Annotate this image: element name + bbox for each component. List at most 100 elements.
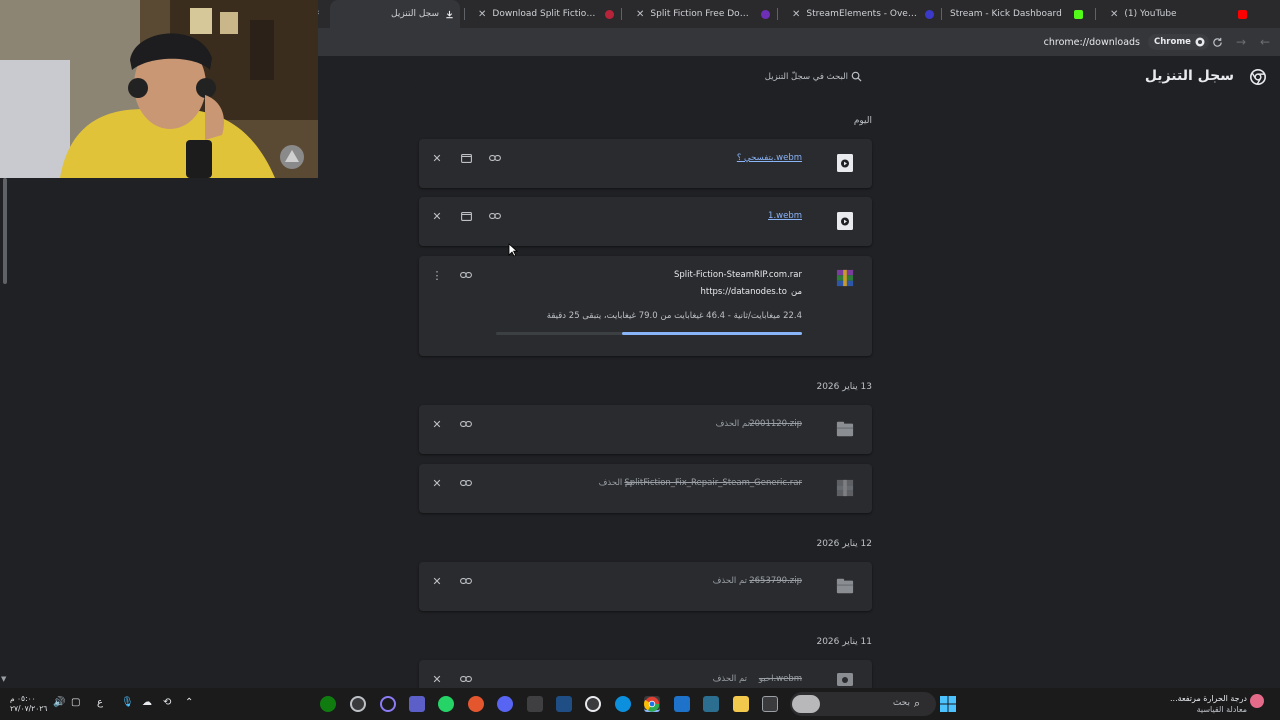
tab-split-fiction[interactable]: ✕ Split Fiction Free Download (v5 [624,0,776,28]
task-view-icon[interactable] [762,696,778,712]
file-link[interactable]: 1.webm [768,211,802,221]
copy-link-button[interactable] [459,672,473,686]
link-icon [460,676,472,682]
link-icon [460,578,472,584]
tab-label: StreamElements - Overlays [806,9,920,19]
chrome-site-chip[interactable]: Chrome [1148,34,1209,50]
winrar-icon [836,269,854,287]
scrollbar-thumb[interactable] [3,178,7,284]
remove-button[interactable]: ✕ [430,672,444,686]
source-url: https://datanodes.to [700,287,787,297]
volume-icon[interactable]: 🔊 [53,697,65,708]
more-actions-button[interactable]: ⋮ [430,268,444,282]
reload-button[interactable] [1208,33,1226,51]
link-icon [489,213,501,219]
taskbar: ⌕ بحث ⌃ ⟲ ☁ 🎙 ع ▢ 🔊 [0,688,1280,720]
start-button[interactable] [940,696,956,712]
chrome-icon [1195,37,1205,47]
download-item: 1.webm ✕ [419,197,872,246]
show-in-folder-button[interactable] [459,209,473,223]
app-red-icon[interactable] [468,696,484,712]
teams-icon[interactable] [409,696,425,712]
store-icon[interactable] [527,696,543,712]
remove-button[interactable]: ✕ [430,476,444,490]
streamelements-favicon-icon [925,9,934,19]
tab-downloads[interactable]: سجل التنزيل [330,0,460,28]
tab-separator [941,8,942,20]
edge-icon[interactable] [615,696,631,712]
tab-youtube[interactable]: ✕ (1) YouTube [1098,0,1254,28]
clock-date: ٢٧/٠٧/٢٠٢٦ [10,704,48,713]
tab-kick[interactable]: Stream - Kick Dashboard [944,0,1094,28]
status-label: تم الحذف [715,419,750,429]
discord-icon[interactable] [497,696,513,712]
copy-link-button[interactable] [488,151,502,165]
tab-steamrip[interactable]: ✕ Download Split Fiction SteamRi [466,0,620,28]
address-bar[interactable]: chrome://downloads [1020,37,1140,48]
download-item-deleted: 2001120.zip تم الحذف ✕ [419,405,872,454]
reload-icon [1212,37,1222,47]
weather-widget-subtitle: معادلة القياسية [1196,705,1247,714]
copy-link-button[interactable] [488,209,502,223]
close-icon[interactable]: ✕ [636,9,644,20]
tab-label: Download Split Fiction SteamRi [492,9,599,19]
obs-icon[interactable] [380,696,396,712]
tab-separator [1095,8,1096,20]
back-button[interactable]: ← [1256,33,1274,51]
webcam-video-image [0,0,318,178]
winrar-icon [836,479,854,497]
close-icon[interactable]: ✕ [1110,9,1118,20]
webcam-overlay [0,0,318,178]
remove-button[interactable]: ✕ [430,151,444,165]
remove-button[interactable]: ✕ [430,209,444,223]
cloud-icon[interactable]: ☁ [142,697,152,708]
steam-icon[interactable] [585,696,601,712]
file-link[interactable]: بتفسحي ؟.webm [737,153,802,163]
display-icon[interactable]: ▢ [71,697,80,708]
mail-icon[interactable] [674,696,690,712]
taskbar-search-label: بحث [892,698,910,708]
show-hidden-icons-icon[interactable]: ⌃ [185,697,193,708]
remove-button[interactable]: ✕ [430,574,444,588]
scroll-down-arrow-icon[interactable]: ▼ [1,675,6,683]
windows-logo-icon [940,696,956,712]
whatsapp-icon[interactable] [438,696,454,712]
copy-link-button[interactable] [459,268,473,282]
youtube-favicon-icon [1238,9,1248,19]
microphone-icon[interactable]: 🎙 [121,697,134,708]
app-icon[interactable] [703,696,719,712]
download-item-deleted: SplitFiction_Fix_Repair_Steam_Generic.ra… [419,464,872,513]
copy-link-button[interactable] [459,476,473,490]
tab-streamelements[interactable]: ✕ StreamElements - Overlays [780,0,940,28]
remove-button[interactable]: ✕ [430,417,444,431]
xbox-icon[interactable] [320,696,336,712]
status-label: تم الحذف [712,674,747,684]
weather-widget-title[interactable]: درجة الحرارة مرتفعة... [1165,694,1247,703]
copy-link-button[interactable] [459,574,473,588]
show-in-folder-button[interactable] [459,151,473,165]
system-clock[interactable]: ٠٥:٠٠ م ٢٧/٠٧/٢٠٢٦ [10,694,47,714]
source-prefix: من [790,287,802,297]
file-name: احبو.webm [758,674,802,684]
close-icon[interactable]: ✕ [478,9,486,20]
file-name: SplitFiction_Fix_Repair_Steam_Generic.ra… [624,478,802,488]
chrome-icon [644,696,660,712]
chrome-taskbar-icon[interactable] [644,696,660,712]
video-file-icon [837,673,853,686]
network-icon[interactable]: ⟲ [163,697,171,708]
tab-separator [621,8,622,20]
app-circle-icon[interactable] [350,696,366,712]
zip-file-icon [836,578,854,594]
forward-button[interactable]: → [1232,33,1250,51]
file-source: من https://datanodes.to [700,287,802,297]
chrome-logo-icon [1250,69,1266,85]
file-explorer-icon[interactable] [733,696,749,712]
video-file-icon [837,212,853,230]
language-indicator[interactable]: ع [97,697,103,708]
close-icon[interactable]: ✕ [792,9,800,20]
folder-icon [460,153,472,163]
status-label: تم الحذف [712,576,747,586]
copy-link-button[interactable] [459,417,473,431]
weather-alert-icon[interactable] [1250,694,1264,708]
steam-alt-icon[interactable] [556,696,572,712]
